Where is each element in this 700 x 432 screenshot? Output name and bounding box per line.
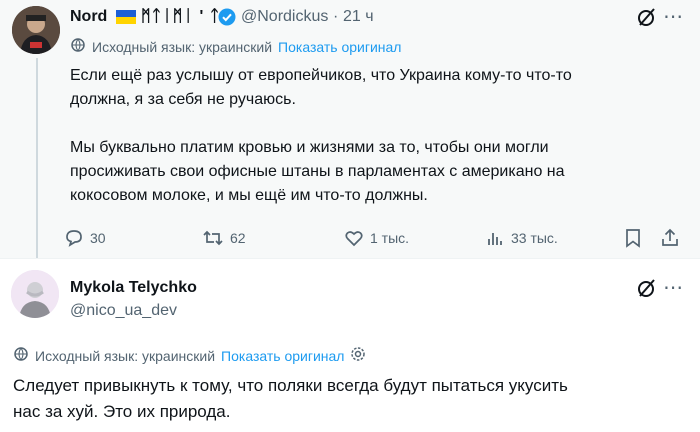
tweet-text: Следует привыкнуть к тому, что поляки вс… (13, 376, 568, 421)
share-icon (662, 228, 678, 246)
show-original-link[interactable]: Показать оригинал (221, 348, 344, 364)
translate-icon (13, 346, 29, 365)
thread-line (36, 58, 38, 258)
tweet-text-paragraph-2: Мы буквально платим кровью и жизнями за … (70, 139, 565, 204)
like-button[interactable]: 1 тыс. (344, 228, 409, 248)
tweet-actions: 30 62 1 тыс. 33 тыс. (64, 226, 684, 250)
tweet-text-paragraph-1: Если ещё раз услышу от европейчиков, что… (70, 67, 572, 108)
separator-dot: · (333, 8, 339, 25)
translation-language: Исходный язык: украинский (35, 347, 216, 364)
reply-count: 30 (90, 230, 106, 246)
more-options-icon[interactable]: ⋯ (663, 275, 684, 300)
avatar[interactable] (12, 6, 60, 54)
translation-language: Исходный язык: украинский (92, 38, 273, 55)
repost-icon (203, 230, 223, 246)
reply-icon (66, 230, 82, 247)
tweet-1[interactable]: Nord ᛗᛏᛁᛗᛁ ' ᛏ @Nordickus · 21 ч ⋯ Исход… (0, 0, 700, 258)
author-name-runes: ᛗᛏᛁᛗᛁ ' ᛏ (141, 8, 221, 25)
bookmark-icon (626, 229, 640, 248)
author-name[interactable]: Nord (70, 8, 107, 26)
repost-count: 62 (230, 230, 246, 246)
author-handle[interactable]: @Nordickus (241, 8, 328, 26)
ukraine-flag-icon (116, 10, 136, 24)
author-name[interactable]: Mykola Telychko (70, 279, 197, 297)
grok-icon[interactable] (636, 277, 658, 304)
translation-info: Исходный язык: украинский Показать ориги… (70, 37, 401, 56)
translation-info: Исходный язык: украинский Показать ориги… (13, 346, 366, 365)
views-button[interactable]: 33 тыс. (485, 228, 558, 248)
show-original-link[interactable]: Показать оригинал (278, 39, 401, 55)
translation-settings-gear-icon[interactable] (350, 346, 366, 365)
share-button[interactable] (660, 228, 680, 248)
author-handle[interactable]: @nico_ua_dev (70, 302, 177, 320)
reply-button[interactable]: 30 (64, 228, 106, 248)
heart-icon (345, 231, 363, 247)
avatar[interactable] (11, 270, 59, 318)
tweet-time[interactable]: 21 ч (343, 8, 374, 26)
view-count: 33 тыс. (511, 230, 558, 246)
repost-button[interactable]: 62 (202, 228, 246, 248)
more-options-icon[interactable]: ⋯ (663, 4, 684, 29)
translate-icon (70, 37, 86, 56)
bookmark-button[interactable] (624, 228, 642, 248)
views-icon (488, 233, 502, 245)
like-count: 1 тыс. (370, 230, 410, 246)
verified-badge-icon (218, 8, 236, 31)
grok-icon[interactable] (636, 6, 658, 33)
